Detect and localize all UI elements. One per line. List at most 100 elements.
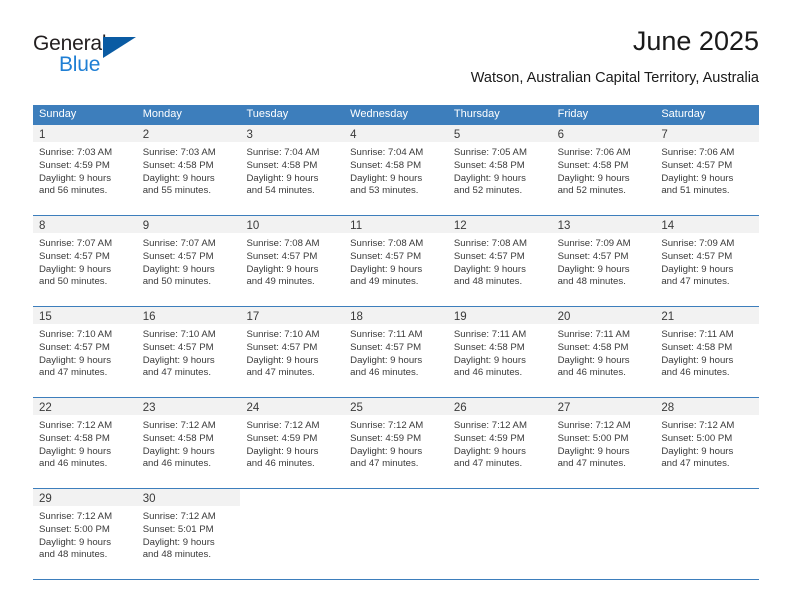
day-cell[interactable]: 8 Sunrise: 7:07 AM Sunset: 4:57 PM Daylight… (33, 216, 137, 306)
day-cell[interactable]: 23 Sunrise: 7:12 AM Sunset: 4:58 PM Dayligh… (136, 398, 241, 488)
calendar-week-row: 8 Sunrise: 7:07 AM Sunset: 4:57 PM Daylight… (33, 215, 760, 306)
day-cell[interactable]: 24 Sunrise: 7:12 AM Sunset: 4:59 PM Dayligh… (240, 398, 345, 488)
day-cell[interactable]: 7 Sunrise: 7:06 AM Sunset: 4:57 PM Daylight… (655, 125, 760, 215)
daylight-text-line2: and 56 minutes. (39, 185, 108, 197)
sunrise-text: Sunrise: 7:10 AM (142, 329, 216, 340)
daylight-text-line2: and 49 minutes. (350, 276, 419, 288)
day-number: 9 (142, 220, 150, 232)
daylight-text-line2: and 47 minutes. (661, 276, 730, 288)
day-cell[interactable]: 5 Sunrise: 7:05 AM Sunset: 4:58 PM Daylight… (447, 125, 552, 215)
daylight-text-line2: and 49 minutes. (246, 276, 315, 288)
calendar-page: General Blue June 2025 Watson, Australia… (0, 0, 792, 612)
daylight-text-line1: Daylight: 9 hours (453, 172, 526, 184)
calendar-week-row: 1 Sunrise: 7:03 AM Sunset: 4:59 PM Daylight… (33, 124, 760, 215)
day-cell[interactable]: 27 Sunrise: 7:12 AM Sunset: 5:00 PM Dayligh… (551, 398, 656, 488)
day-cell[interactable]: 19 Sunrise: 7:11 AM Sunset: 4:58 PM Dayligh… (447, 307, 552, 397)
day-number: 5 (453, 129, 461, 141)
day-cell[interactable]: 16 Sunrise: 7:10 AM Sunset: 4:57 PM Dayligh… (136, 307, 241, 397)
daylight-text-line2: and 47 minutes. (39, 367, 108, 379)
daylight-text-line1: Daylight: 9 hours (142, 536, 215, 548)
day-cell[interactable]: 21 Sunrise: 7:11 AM Sunset: 4:58 PM Dayligh… (655, 307, 760, 397)
sunrise-text: Sunrise: 7:09 AM (661, 238, 735, 249)
sunset-text: Sunset: 4:57 PM (350, 341, 422, 353)
daylight-text-line2: and 48 minutes. (453, 276, 523, 288)
sunset-text: Sunset: 4:57 PM (557, 250, 629, 262)
sunset-text: Sunset: 4:57 PM (246, 250, 318, 262)
weekday-header-wednesday: Wednesday (350, 108, 409, 120)
daylight-text-line1: Daylight: 9 hours (246, 445, 319, 457)
day-cell[interactable]: 15 Sunrise: 7:10 AM Sunset: 4:57 PM Dayligh… (33, 307, 137, 397)
day-cell[interactable]: 2 Sunrise: 7:03 AM Sunset: 4:58 PM Daylight… (136, 125, 241, 215)
daylight-text-line1: Daylight: 9 hours (661, 263, 734, 275)
sunrise-text: Sunrise: 7:06 AM (557, 147, 631, 158)
day-cell[interactable]: 11 Sunrise: 7:08 AM Sunset: 4:57 PM Dayligh… (344, 216, 448, 306)
daylight-text-line1: Daylight: 9 hours (142, 354, 215, 366)
sunset-text: Sunset: 4:58 PM (39, 432, 110, 444)
daylight-text-line2: and 47 minutes. (661, 458, 730, 470)
daylight-text-line1: Daylight: 9 hours (246, 263, 319, 275)
day-cell[interactable]: 3 Sunrise: 7:04 AM Sunset: 4:58 PM Daylight… (240, 125, 345, 215)
day-cell[interactable]: 14 Sunrise: 7:09 AM Sunset: 4:57 PM Dayligh… (655, 216, 760, 306)
sunset-text: Sunset: 4:58 PM (661, 341, 733, 353)
day-number: 30 (142, 493, 156, 505)
daylight-text-line2: and 46 minutes. (557, 367, 626, 379)
day-number: 17 (246, 311, 260, 323)
sunrise-text: Sunrise: 7:12 AM (661, 420, 735, 431)
daylight-text-line2: and 46 minutes. (453, 367, 523, 379)
day-cell[interactable]: 30 Sunrise: 7:12 AM Sunset: 5:01 PM Dayligh… (136, 489, 241, 579)
sunrise-text: Sunrise: 7:09 AM (557, 238, 631, 249)
sunrise-text: Sunrise: 7:12 AM (246, 420, 320, 431)
sunrise-text: Sunrise: 7:12 AM (142, 511, 216, 522)
sunset-text: Sunset: 4:57 PM (350, 250, 422, 262)
day-number: 26 (453, 402, 467, 414)
daylight-text-line1: Daylight: 9 hours (453, 354, 526, 366)
sunrise-text: Sunrise: 7:12 AM (39, 420, 113, 431)
sunrise-text: Sunrise: 7:10 AM (246, 329, 320, 340)
daylight-text-line1: Daylight: 9 hours (661, 445, 734, 457)
day-cell[interactable]: 12 Sunrise: 7:08 AM Sunset: 4:57 PM Dayligh… (447, 216, 552, 306)
generalblue-logo[interactable]: General Blue (33, 32, 153, 80)
daylight-text-line1: Daylight: 9 hours (350, 172, 423, 184)
day-cell-empty (344, 489, 448, 579)
day-cell[interactable]: 18 Sunrise: 7:11 AM Sunset: 4:57 PM Dayligh… (344, 307, 448, 397)
sunset-text: Sunset: 4:57 PM (246, 341, 318, 353)
logo-triangle-icon (103, 37, 136, 58)
sunrise-text: Sunrise: 7:10 AM (39, 329, 113, 340)
day-cell[interactable]: 25 Sunrise: 7:12 AM Sunset: 4:59 PM Dayligh… (344, 398, 448, 488)
day-number: 22 (39, 402, 52, 414)
day-cell[interactable]: 9 Sunrise: 7:07 AM Sunset: 4:57 PM Daylight… (136, 216, 241, 306)
daylight-text-line2: and 52 minutes. (557, 185, 626, 197)
day-cell[interactable]: 20 Sunrise: 7:11 AM Sunset: 4:58 PM Dayligh… (551, 307, 656, 397)
day-cell[interactable]: 6 Sunrise: 7:06 AM Sunset: 4:58 PM Daylight… (551, 125, 656, 215)
daylight-text-line2: and 55 minutes. (142, 185, 211, 197)
day-cell[interactable]: 28 Sunrise: 7:12 AM Sunset: 5:00 PM Dayligh… (655, 398, 760, 488)
day-cell[interactable]: 13 Sunrise: 7:09 AM Sunset: 4:57 PM Dayligh… (551, 216, 656, 306)
daylight-text-line1: Daylight: 9 hours (557, 445, 630, 457)
day-number: 27 (557, 402, 571, 414)
daylight-text-line1: Daylight: 9 hours (350, 354, 423, 366)
day-number: 10 (246, 220, 260, 232)
sunset-text: Sunset: 4:59 PM (39, 159, 110, 171)
daylight-text-line2: and 50 minutes. (142, 276, 211, 288)
sunrise-text: Sunrise: 7:12 AM (142, 420, 216, 431)
day-number: 8 (39, 220, 46, 232)
daylight-text-line2: and 51 minutes. (661, 185, 730, 197)
day-cell[interactable]: 1 Sunrise: 7:03 AM Sunset: 4:59 PM Daylight… (33, 125, 137, 215)
day-cell[interactable]: 10 Sunrise: 7:08 AM Sunset: 4:57 PM Dayligh… (240, 216, 345, 306)
sunrise-text: Sunrise: 7:07 AM (142, 238, 216, 249)
day-cell-empty (447, 489, 552, 579)
sunrise-text: Sunrise: 7:06 AM (661, 147, 735, 158)
sunset-text: Sunset: 4:58 PM (246, 159, 318, 171)
day-cell[interactable]: 29 Sunrise: 7:12 AM Sunset: 5:00 PM Dayligh… (33, 489, 137, 579)
calendar-bottom-divider (33, 579, 759, 580)
day-cell[interactable]: 22 Sunrise: 7:12 AM Sunset: 4:58 PM Dayligh… (33, 398, 137, 488)
sunset-text: Sunset: 4:57 PM (661, 159, 733, 171)
day-cell[interactable]: 17 Sunrise: 7:10 AM Sunset: 4:57 PM Dayligh… (240, 307, 345, 397)
day-cell[interactable]: 26 Sunrise: 7:12 AM Sunset: 4:59 PM Dayligh… (447, 398, 552, 488)
calendar-week-row: 22 Sunrise: 7:12 AM Sunset: 4:58 PM Dayligh… (33, 397, 760, 488)
day-number: 14 (661, 220, 675, 232)
sunrise-text: Sunrise: 7:11 AM (350, 329, 423, 340)
day-cell[interactable]: 4 Sunrise: 7:04 AM Sunset: 4:58 PM Daylight… (344, 125, 448, 215)
day-number: 18 (350, 311, 363, 323)
sunset-text: Sunset: 4:57 PM (39, 341, 110, 353)
